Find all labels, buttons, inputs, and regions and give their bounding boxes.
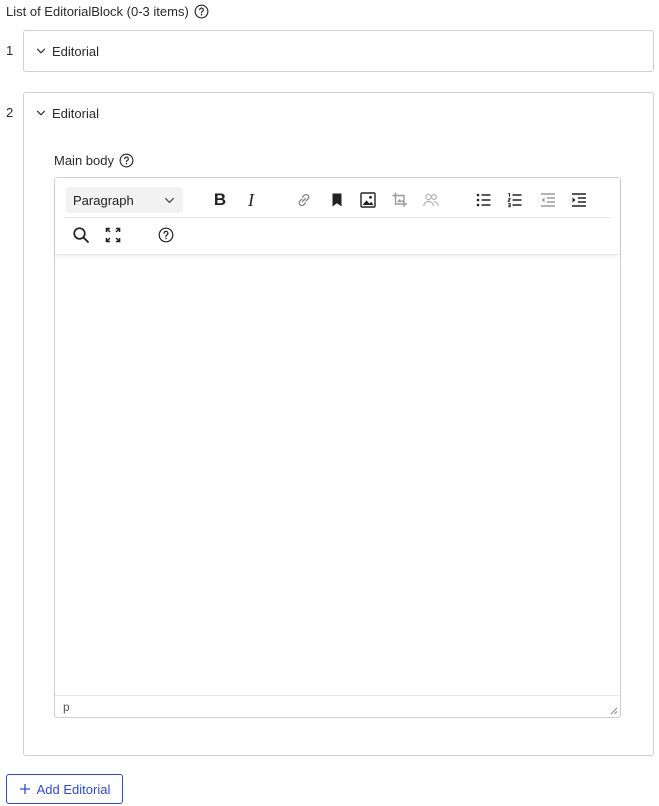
bullet-list-button[interactable] bbox=[471, 187, 497, 213]
fullscreen-icon bbox=[105, 227, 121, 243]
fullscreen-button[interactable] bbox=[100, 222, 126, 248]
find-replace-button[interactable] bbox=[68, 222, 94, 248]
toolbar-row-divider bbox=[64, 217, 611, 218]
bookmark-icon bbox=[332, 193, 342, 207]
chevron-down-icon bbox=[164, 197, 175, 204]
chevron-down-icon bbox=[36, 48, 46, 54]
italic-button[interactable]: I bbox=[238, 187, 264, 213]
people-icon bbox=[423, 193, 439, 207]
bullet-list-icon bbox=[476, 193, 491, 207]
editor-content-area[interactable] bbox=[55, 256, 620, 696]
bold-label: B bbox=[213, 190, 227, 209]
add-editorial-label: Add Editorial bbox=[36, 781, 111, 797]
search-icon bbox=[73, 227, 89, 243]
list-item-1: Editorial bbox=[23, 30, 654, 72]
resize-handle-icon[interactable] bbox=[608, 705, 618, 715]
outdent-icon bbox=[541, 193, 555, 207]
help-icon bbox=[158, 227, 174, 243]
people-button[interactable] bbox=[418, 187, 444, 213]
crop-icon bbox=[392, 192, 407, 207]
indent-icon bbox=[572, 193, 586, 207]
bookmark-button[interactable] bbox=[324, 187, 350, 213]
bold-button[interactable]: B bbox=[207, 187, 233, 213]
rich-text-editor: Paragraph B I p bbox=[54, 177, 621, 718]
editor-statusbar: p bbox=[55, 695, 620, 717]
crop-button[interactable] bbox=[387, 187, 413, 213]
main-body-label: Main body bbox=[54, 153, 134, 168]
add-editorial-button[interactable]: Add Editorial bbox=[6, 774, 123, 804]
numbered-list-icon bbox=[507, 193, 522, 208]
list-header: List of EditorialBlock (0-3 items) bbox=[6, 4, 209, 19]
help-circle-icon[interactable] bbox=[194, 4, 209, 19]
element-path[interactable]: p bbox=[63, 700, 70, 714]
italic-label: I bbox=[248, 189, 254, 210]
outdent-button[interactable] bbox=[535, 187, 561, 213]
help-circle-icon[interactable] bbox=[119, 153, 134, 168]
link-icon bbox=[298, 193, 310, 207]
numbered-list-button[interactable] bbox=[502, 187, 528, 213]
field-label-text: Main body bbox=[54, 153, 114, 168]
item-title: Editorial bbox=[52, 105, 99, 121]
link-button[interactable] bbox=[291, 187, 317, 213]
list-item-2: Editorial Main body Paragraph B I p bbox=[23, 92, 654, 756]
plus-icon bbox=[19, 784, 30, 794]
item-title: Editorial bbox=[52, 43, 99, 59]
help-button[interactable] bbox=[153, 222, 179, 248]
image-icon bbox=[360, 192, 376, 208]
editor-toolbar: Paragraph B I bbox=[55, 178, 620, 255]
item-index: 1 bbox=[6, 43, 14, 58]
image-button[interactable] bbox=[355, 187, 381, 213]
block-format-select[interactable]: Paragraph bbox=[66, 187, 183, 213]
item-header-toggle[interactable]: Editorial bbox=[24, 93, 653, 133]
block-format-value: Paragraph bbox=[73, 192, 134, 208]
chevron-down-icon bbox=[36, 110, 46, 116]
indent-button[interactable] bbox=[566, 187, 592, 213]
item-index: 2 bbox=[6, 105, 14, 120]
item-header-toggle[interactable]: Editorial bbox=[24, 31, 653, 71]
list-title: List of EditorialBlock (0-3 items) bbox=[6, 4, 189, 19]
